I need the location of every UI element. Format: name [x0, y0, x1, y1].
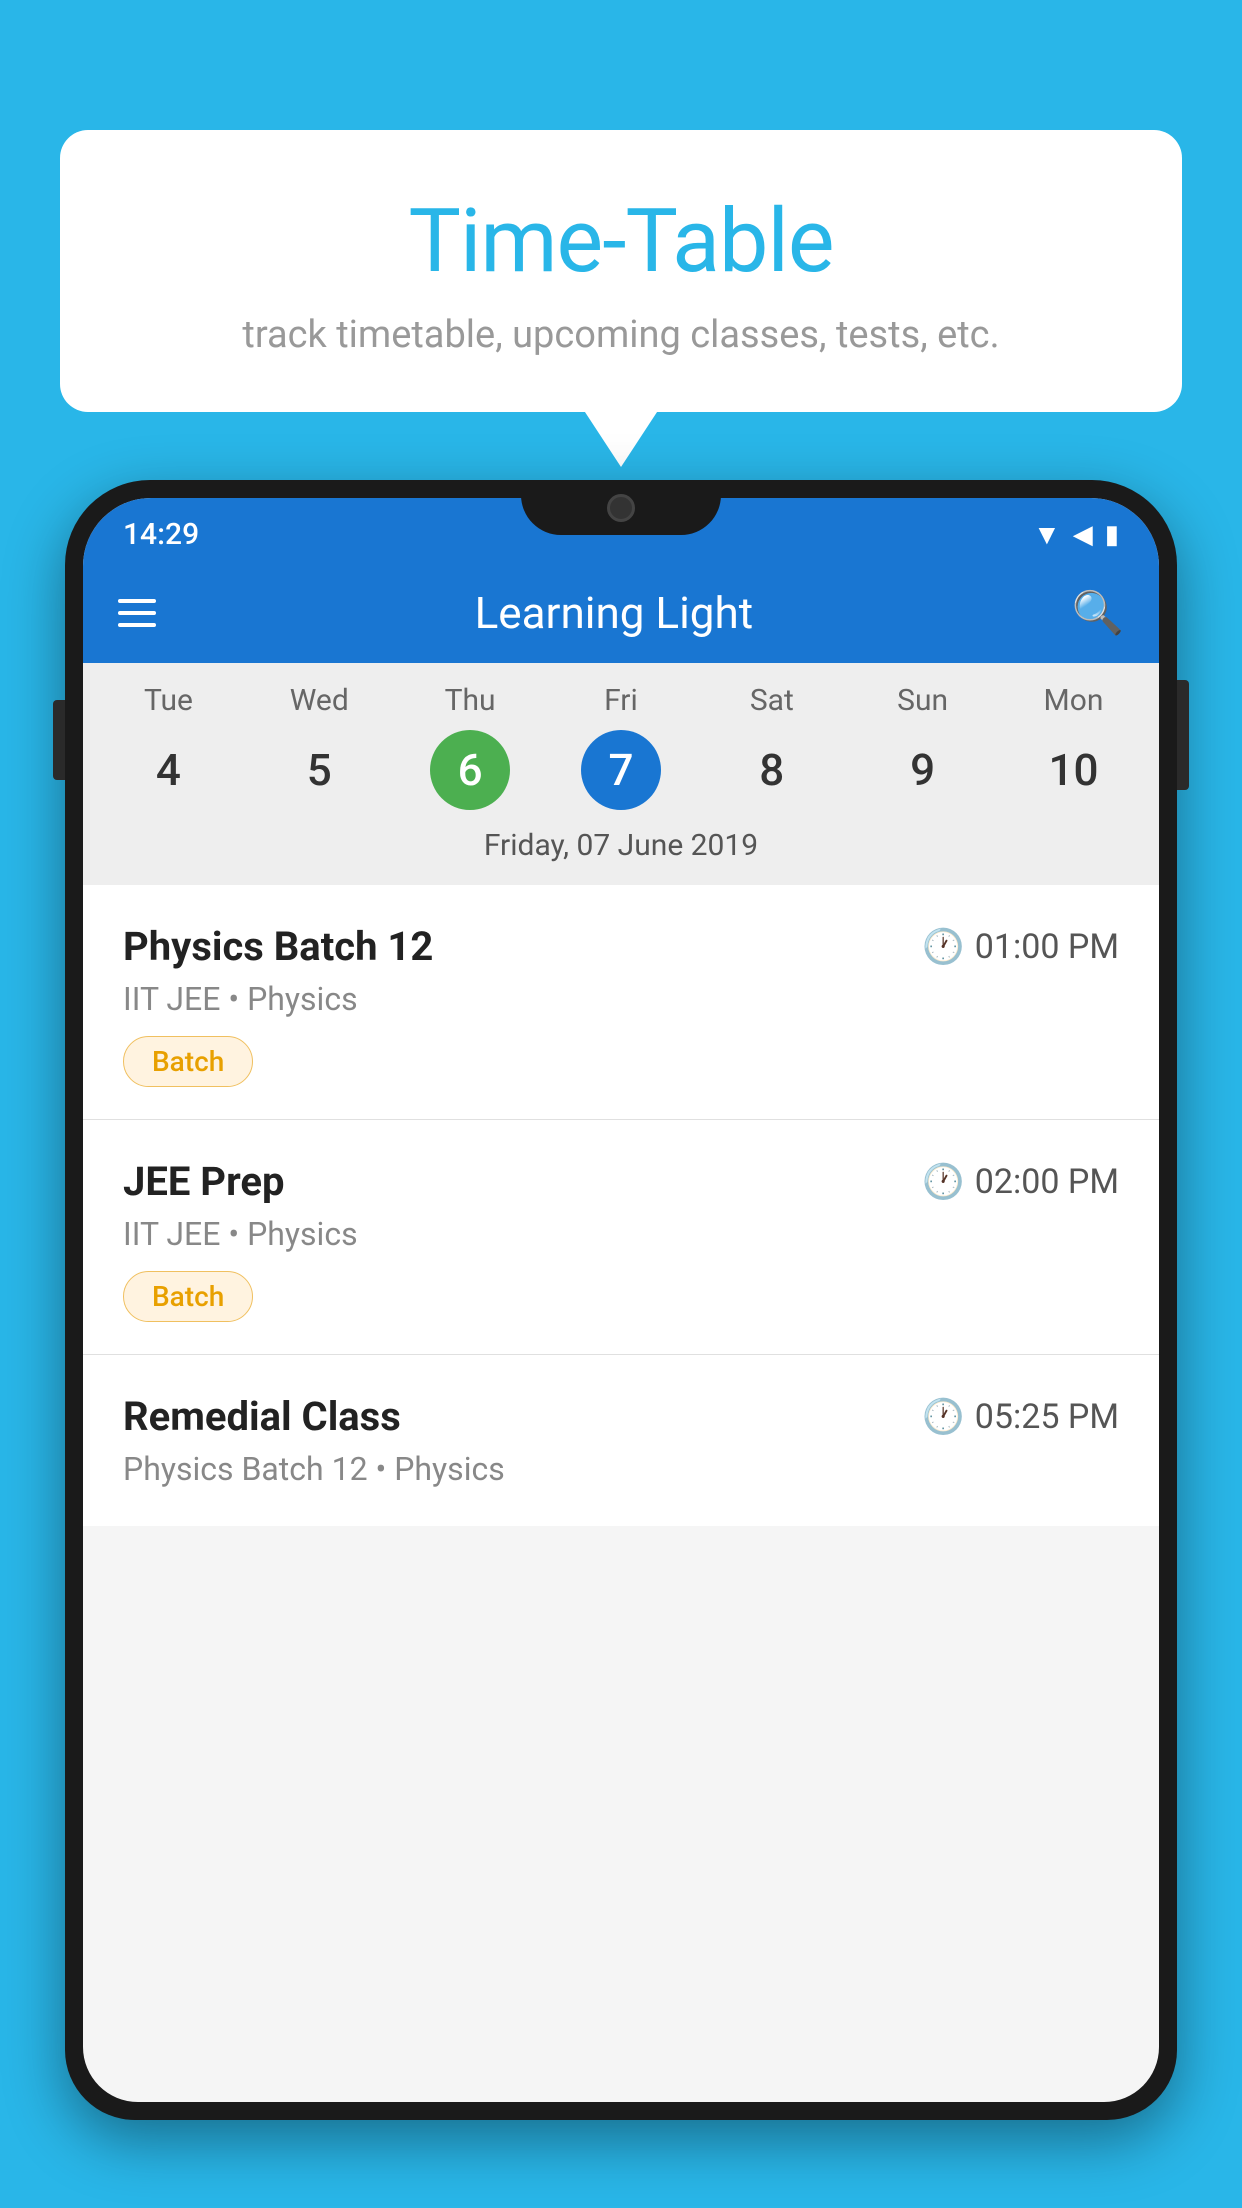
- battery-icon: ▮: [1105, 520, 1119, 550]
- clock-icon: 🕐: [922, 927, 964, 967]
- speech-bubble-container: Time-Table track timetable, upcoming cla…: [60, 130, 1182, 412]
- day-column-thu[interactable]: Thu 6: [410, 683, 530, 810]
- schedule-item-header: JEE Prep 🕐 02:00 PM: [123, 1158, 1119, 1205]
- day-column-fri[interactable]: Fri 7: [561, 683, 681, 810]
- signal-icon: ◀: [1073, 520, 1093, 550]
- day-number: 4: [128, 730, 208, 810]
- speech-bubble: Time-Table track timetable, upcoming cla…: [60, 130, 1182, 412]
- time-text: 05:25 PM: [975, 1397, 1119, 1437]
- day-column-tue[interactable]: Tue 4: [108, 683, 228, 810]
- clock-icon: 🕐: [922, 1397, 964, 1437]
- day-number: 10: [1033, 730, 1113, 810]
- day-column-sat[interactable]: Sat 8: [712, 683, 832, 810]
- schedule-item[interactable]: Physics Batch 12 🕐 01:00 PM IIT JEE • Physi…: [83, 885, 1159, 1120]
- day-label: Fri: [604, 683, 638, 718]
- schedule-item-tag: Batch: [123, 1036, 253, 1087]
- bubble-subtitle: track timetable, upcoming classes, tests…: [100, 313, 1142, 357]
- search-icon[interactable]: 🔍: [1072, 589, 1124, 638]
- day-label: Wed: [290, 683, 349, 718]
- status-time: 14:29: [123, 517, 199, 552]
- day-number: 8: [732, 730, 812, 810]
- schedule-item[interactable]: Remedial Class 🕐 05:25 PM Physics Batch 12 …: [83, 1355, 1159, 1526]
- day-column-mon[interactable]: Mon 10: [1013, 683, 1133, 810]
- day-label: Tue: [144, 683, 193, 718]
- day-number: 7: [581, 730, 661, 810]
- phone-camera: [607, 494, 635, 522]
- time-text: 01:00 PM: [975, 927, 1119, 967]
- day-column-wed[interactable]: Wed 5: [259, 683, 379, 810]
- bubble-title: Time-Table: [100, 190, 1142, 293]
- hamburger-line-2: [118, 611, 156, 615]
- phone-screen: 14:29 ▼ ◀ ▮ Learning Light 🔍: [83, 498, 1159, 2102]
- days-row: Tue 4 Wed 5 Thu 6 Fri 7 Sat 8 Sun 9 Mon 10: [83, 683, 1159, 810]
- schedule-list: Physics Batch 12 🕐 01:00 PM IIT JEE • Physi…: [83, 885, 1159, 1526]
- hamburger-line-1: [118, 599, 156, 603]
- wifi-icon: ▼: [1033, 518, 1061, 551]
- day-number: 5: [279, 730, 359, 810]
- schedule-item-title: JEE Prep: [123, 1158, 284, 1205]
- phone-button-left: [53, 700, 65, 780]
- day-label: Sat: [750, 683, 794, 718]
- clock-icon: 🕐: [922, 1162, 964, 1202]
- schedule-item-subtitle: IIT JEE • Physics: [123, 980, 1119, 1018]
- schedule-item-title: Remedial Class: [123, 1393, 401, 1440]
- time-text: 02:00 PM: [975, 1162, 1119, 1202]
- hamburger-menu-button[interactable]: [118, 599, 156, 627]
- day-label: Sun: [897, 683, 948, 718]
- phone-notch: [521, 480, 721, 535]
- hamburger-line-3: [118, 623, 156, 627]
- phone-button-right: [1177, 680, 1189, 790]
- selected-date-label: Friday, 07 June 2019: [83, 810, 1159, 885]
- app-bar-title: Learning Light: [186, 587, 1042, 639]
- day-label: Thu: [445, 683, 496, 718]
- phone-body: 14:29 ▼ ◀ ▮ Learning Light 🔍: [65, 480, 1177, 2120]
- schedule-item[interactable]: JEE Prep 🕐 02:00 PM IIT JEE • Physics Batch: [83, 1120, 1159, 1355]
- calendar-strip: Tue 4 Wed 5 Thu 6 Fri 7 Sat 8 Sun 9 Mon 10 Friday, 07…: [83, 663, 1159, 885]
- schedule-item-subtitle: IIT JEE • Physics: [123, 1215, 1119, 1253]
- app-bar: Learning Light 🔍: [83, 563, 1159, 663]
- day-number: 9: [883, 730, 963, 810]
- schedule-item-time: 🕐 02:00 PM: [922, 1162, 1119, 1202]
- schedule-item-title: Physics Batch 12: [123, 923, 433, 970]
- day-number: 6: [430, 730, 510, 810]
- schedule-item-header: Physics Batch 12 🕐 01:00 PM: [123, 923, 1119, 970]
- schedule-item-subtitle: Physics Batch 12 • Physics: [123, 1450, 1119, 1488]
- day-column-sun[interactable]: Sun 9: [863, 683, 983, 810]
- status-icons: ▼ ◀ ▮: [1033, 518, 1119, 551]
- schedule-item-time: 🕐 01:00 PM: [922, 927, 1119, 967]
- schedule-item-header: Remedial Class 🕐 05:25 PM: [123, 1393, 1119, 1440]
- phone-wrapper: 14:29 ▼ ◀ ▮ Learning Light 🔍: [65, 480, 1177, 2208]
- day-label: Mon: [1044, 683, 1104, 718]
- schedule-item-tag: Batch: [123, 1271, 253, 1322]
- schedule-item-time: 🕐 05:25 PM: [922, 1397, 1119, 1437]
